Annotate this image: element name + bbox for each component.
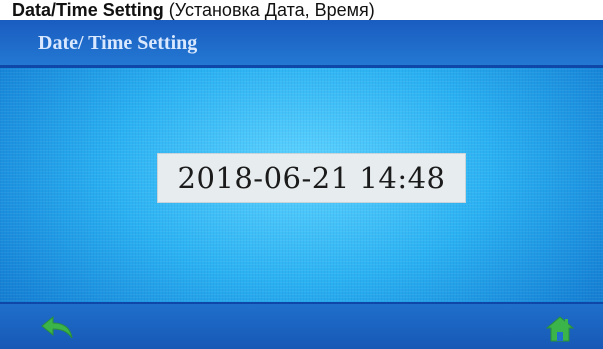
page-title: Date/ Time Setting <box>38 32 198 54</box>
back-arrow-icon <box>41 315 73 339</box>
back-button[interactable] <box>40 314 74 342</box>
device-screen: Date/ Time Setting 2018-06-21 14:48 <box>0 20 603 349</box>
title-bar: Date/ Time Setting <box>0 20 603 68</box>
caption-title: Data/Time Setting <box>12 0 164 20</box>
caption-subtitle: (Установка Дата, Время) <box>168 0 375 20</box>
datetime-field[interactable]: 2018-06-21 14:48 <box>157 153 466 203</box>
home-button[interactable] <box>545 314 575 344</box>
bottom-toolbar <box>0 302 603 349</box>
home-icon <box>545 316 575 342</box>
photo-caption: Data/Time Setting (Установка Дата, Время… <box>0 0 603 20</box>
